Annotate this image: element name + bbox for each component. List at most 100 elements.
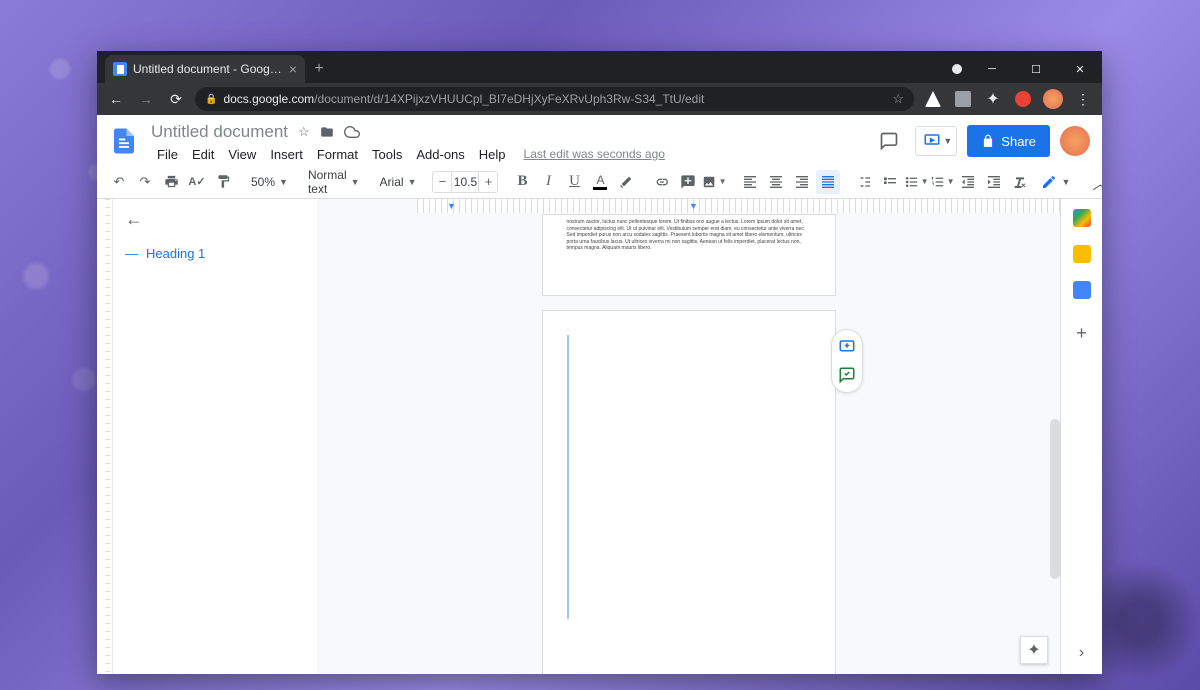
menu-addons[interactable]: Add-ons bbox=[410, 145, 470, 164]
profile-avatar[interactable] bbox=[1042, 88, 1064, 110]
line-spacing-button[interactable] bbox=[852, 170, 876, 194]
cloud-status-icon[interactable] bbox=[344, 124, 360, 140]
align-left-button[interactable] bbox=[738, 170, 762, 194]
outline-marker-icon: — bbox=[125, 246, 138, 261]
bulleted-list-button[interactable]: ▼ bbox=[904, 170, 928, 194]
last-edit-link[interactable]: Last edit was seconds ago bbox=[524, 147, 665, 161]
toolbar: ↶ ↷ A✓ 50%▼ Normal text▼ Arial▼ − 10.5 +… bbox=[97, 165, 1102, 199]
close-tab-icon[interactable]: × bbox=[289, 62, 297, 76]
menu-help[interactable]: Help bbox=[473, 145, 512, 164]
insert-image-button[interactable]: ▼ bbox=[702, 170, 726, 194]
tasks-addon-icon[interactable] bbox=[1073, 281, 1091, 299]
extension-icon-3[interactable] bbox=[1012, 88, 1034, 110]
url-text: docs.google.com/document/d/14XPijxzVHUUC… bbox=[223, 92, 886, 106]
decrease-indent-button[interactable] bbox=[956, 170, 980, 194]
text-color-button[interactable]: A bbox=[588, 170, 612, 194]
add-comment-floating-button[interactable] bbox=[836, 336, 858, 358]
insert-link-button[interactable] bbox=[650, 170, 674, 194]
increase-indent-button[interactable] bbox=[982, 170, 1006, 194]
add-comment-button[interactable] bbox=[676, 170, 700, 194]
menu-file[interactable]: File bbox=[151, 145, 184, 164]
font-size-decrease[interactable]: − bbox=[433, 174, 451, 189]
right-indent-icon[interactable]: ▼ bbox=[689, 201, 698, 211]
close-window-button[interactable]: ✕ bbox=[1058, 55, 1102, 83]
underline-button[interactable]: U bbox=[562, 170, 586, 194]
docs-logo-icon[interactable] bbox=[109, 121, 141, 161]
font-size-value[interactable]: 10.5 bbox=[451, 172, 479, 192]
star-document-icon[interactable]: ☆ bbox=[298, 124, 310, 140]
bold-button[interactable]: B bbox=[510, 170, 534, 194]
menu-insert[interactable]: Insert bbox=[264, 145, 309, 164]
present-button[interactable]: ▼ bbox=[915, 126, 957, 156]
spellcheck-button[interactable]: A✓ bbox=[185, 170, 209, 194]
minimize-button[interactable]: ─ bbox=[970, 55, 1014, 83]
extension-icon-2[interactable] bbox=[952, 88, 974, 110]
reload-button[interactable]: ⟳ bbox=[165, 88, 187, 110]
outline-item-label: Heading 1 bbox=[146, 246, 205, 261]
highlight-color-button[interactable] bbox=[614, 170, 638, 194]
font-size-control: − 10.5 + bbox=[432, 171, 498, 193]
share-label: Share bbox=[1001, 134, 1036, 149]
menu-bar: File Edit View Insert Format Tools Add-o… bbox=[151, 143, 863, 165]
suggest-edits-floating-button[interactable] bbox=[836, 364, 858, 386]
hide-side-panel-button[interactable]: › bbox=[1079, 644, 1084, 662]
align-right-button[interactable] bbox=[790, 170, 814, 194]
vertical-ruler bbox=[97, 199, 113, 674]
style-select[interactable]: Normal text▼ bbox=[304, 168, 364, 196]
browser-window: Untitled document - Google Docs × + ─ ☐ … bbox=[97, 51, 1102, 674]
scrollbar-thumb[interactable] bbox=[1050, 419, 1060, 579]
print-button[interactable] bbox=[159, 170, 183, 194]
paint-format-button[interactable] bbox=[211, 170, 235, 194]
redo-button[interactable]: ↷ bbox=[133, 170, 157, 194]
horizontal-ruler[interactable]: ▼ ▼ bbox=[417, 199, 1060, 213]
lock-icon: 🔒 bbox=[205, 94, 217, 105]
clear-formatting-button[interactable] bbox=[1008, 170, 1032, 194]
editing-mode-button[interactable]: ▼ bbox=[1034, 171, 1077, 193]
tab-title: Untitled document - Google Docs bbox=[133, 62, 283, 76]
extensions-menu-icon[interactable]: ✦ bbox=[982, 88, 1004, 110]
floating-comment-tools bbox=[831, 329, 863, 393]
italic-button[interactable]: I bbox=[536, 170, 560, 194]
menu-format[interactable]: Format bbox=[311, 145, 364, 164]
zoom-select[interactable]: 50%▼ bbox=[247, 175, 292, 189]
account-avatar[interactable] bbox=[1060, 126, 1090, 156]
page-1[interactable]: nostrum auctor, luctus nunc pellentesque… bbox=[543, 215, 835, 295]
tab-strip: Untitled document - Google Docs × + ─ ☐ … bbox=[97, 51, 1102, 83]
keep-addon-icon[interactable] bbox=[1073, 245, 1091, 263]
extension-icon-1[interactable] bbox=[922, 88, 944, 110]
font-size-increase[interactable]: + bbox=[479, 174, 497, 189]
document-title[interactable]: Untitled document bbox=[151, 122, 288, 142]
menu-tools[interactable]: Tools bbox=[366, 145, 408, 164]
calendar-addon-icon[interactable] bbox=[1073, 209, 1091, 227]
outline-item[interactable]: — Heading 1 bbox=[125, 246, 305, 261]
back-button[interactable]: ← bbox=[105, 88, 127, 110]
maximize-button[interactable]: ☐ bbox=[1014, 55, 1058, 83]
hide-menus-button[interactable]: ︿ bbox=[1089, 167, 1102, 197]
font-select[interactable]: Arial▼ bbox=[376, 175, 421, 189]
move-document-icon[interactable] bbox=[320, 125, 334, 139]
url-box[interactable]: 🔒 docs.google.com/document/d/14XPijxzVHU… bbox=[195, 87, 914, 111]
align-justify-button[interactable] bbox=[816, 170, 840, 194]
address-bar: ← → ⟳ 🔒 docs.google.com/document/d/14XPi… bbox=[97, 83, 1102, 115]
checklist-button[interactable] bbox=[878, 170, 902, 194]
undo-button[interactable]: ↶ bbox=[107, 170, 131, 194]
get-addons-button[interactable]: + bbox=[1076, 323, 1087, 344]
forward-button[interactable]: → bbox=[135, 88, 157, 110]
outline-back-button[interactable]: ← bbox=[125, 209, 305, 230]
bookmark-star-icon[interactable]: ☆ bbox=[892, 91, 904, 107]
menu-view[interactable]: View bbox=[222, 145, 262, 164]
new-tab-button[interactable]: + bbox=[305, 55, 333, 83]
chrome-menu-button[interactable]: ⋮ bbox=[1072, 88, 1094, 110]
browser-tab[interactable]: Untitled document - Google Docs × bbox=[105, 55, 305, 83]
page-2[interactable] bbox=[543, 311, 835, 674]
align-center-button[interactable] bbox=[764, 170, 788, 194]
numbered-list-button[interactable]: ▼ bbox=[930, 170, 954, 194]
left-indent-icon[interactable]: ▼ bbox=[447, 201, 456, 211]
share-button[interactable]: Share bbox=[967, 125, 1050, 157]
explore-button[interactable]: ✦ bbox=[1020, 636, 1048, 664]
media-playing-icon[interactable] bbox=[952, 55, 962, 83]
text-cursor bbox=[567, 335, 569, 619]
document-canvas[interactable]: ▼ ▼ nostrum auctor, luctus nunc pellente… bbox=[317, 199, 1060, 674]
comment-history-button[interactable] bbox=[873, 125, 905, 157]
menu-edit[interactable]: Edit bbox=[186, 145, 220, 164]
